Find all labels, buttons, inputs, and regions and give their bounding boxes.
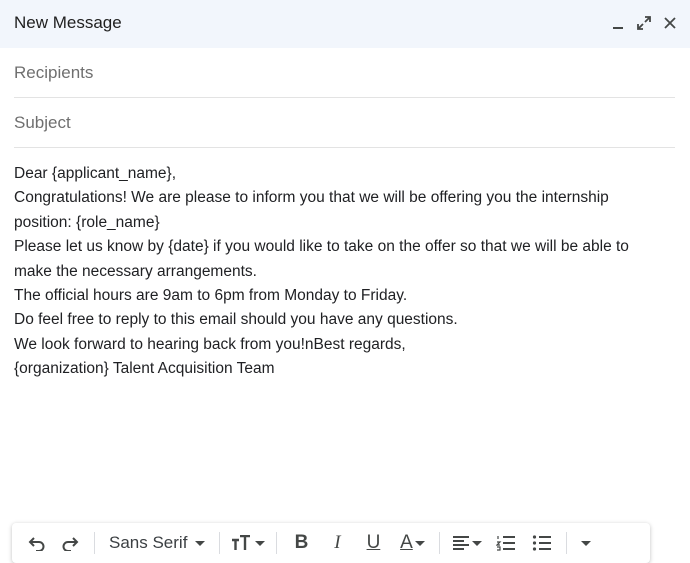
bold-icon: B	[294, 532, 309, 553]
formatting-toolbar: Sans Serif B I U A	[12, 523, 650, 563]
message-line: Please let us know by {date} if you woul…	[14, 238, 629, 256]
subject-input[interactable]	[14, 99, 675, 147]
align-button[interactable]	[446, 523, 488, 563]
text-color-button[interactable]: A	[391, 523, 433, 563]
fullscreen-button[interactable]	[634, 12, 654, 34]
bold-button[interactable]: B	[283, 523, 319, 563]
text-color-icon: A	[400, 532, 413, 553]
toolbar-divider	[94, 532, 95, 554]
message-line: position: {role_name}	[14, 213, 160, 231]
message-body[interactable]: Dear {applicant_name}, Congratulations! …	[14, 162, 674, 382]
subject-row	[14, 99, 675, 148]
redo-button[interactable]	[52, 523, 88, 563]
message-line: We look forward to hearing back from you…	[14, 335, 406, 353]
message-line: {organization} Talent Acquisition Team	[14, 360, 275, 378]
message-line: Do feel free to reply to this email shou…	[14, 311, 458, 329]
message-line: Congratulations! We are please to inform…	[14, 189, 609, 207]
chevron-down-icon	[414, 540, 425, 546]
chevron-down-icon	[472, 540, 483, 546]
toolbar-divider	[566, 532, 568, 554]
recipients-input[interactable]	[14, 49, 675, 97]
undo-button[interactable]	[22, 523, 52, 563]
more-formatting-icon	[581, 540, 592, 546]
message-line: make the necessary arrangements.	[14, 262, 257, 280]
font-size-button[interactable]	[226, 523, 270, 563]
bulleted-list-icon	[533, 535, 552, 551]
message-line: The official hours are 9am to 6pm from M…	[14, 287, 408, 305]
close-button[interactable]	[660, 12, 680, 34]
underline-icon: U	[366, 532, 381, 553]
numbered-list-button[interactable]	[488, 523, 524, 563]
italic-button[interactable]: I	[319, 523, 355, 563]
undo-icon	[28, 537, 45, 551]
close-icon	[664, 17, 676, 29]
toolbar-divider	[439, 532, 441, 554]
recipients-row	[14, 49, 675, 98]
font-name: Sans Serif	[109, 533, 188, 552]
expand-icon	[637, 16, 651, 30]
align-icon	[453, 536, 470, 550]
font-select[interactable]: Sans Serif	[101, 523, 213, 563]
numbered-list-icon	[496, 536, 516, 551]
underline-button[interactable]: U	[355, 523, 391, 563]
compose-header: New Message	[0, 0, 690, 48]
chevron-down-icon	[195, 540, 206, 546]
font-size-icon	[232, 535, 251, 550]
more-formatting-button[interactable]	[573, 523, 597, 563]
minimize-button[interactable]	[608, 12, 628, 34]
italic-icon: I	[334, 532, 341, 553]
window-controls	[608, 12, 680, 34]
toolbar-divider	[219, 532, 221, 554]
minimize-icon	[613, 27, 623, 29]
redo-icon	[62, 537, 79, 551]
message-line: Dear {applicant_name},	[14, 165, 177, 182]
compose-title: New Message	[14, 13, 122, 32]
bulleted-list-button[interactable]	[524, 523, 560, 563]
chevron-down-icon	[255, 540, 266, 546]
toolbar-divider	[276, 532, 278, 554]
